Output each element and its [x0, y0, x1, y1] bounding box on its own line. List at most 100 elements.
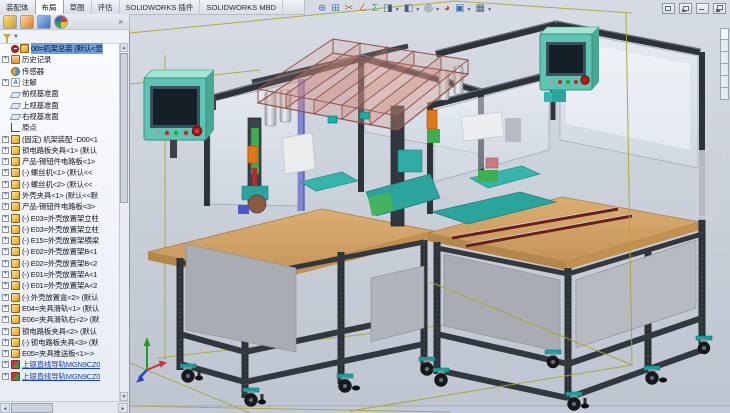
dropdown-caret-icon[interactable]: ▾ [396, 6, 399, 13]
scroll-up-icon[interactable]: ▲ [120, 43, 128, 52]
expander-plus-icon[interactable]: + [2, 260, 9, 267]
task-pane-tab-4[interactable] [720, 76, 729, 88]
tile-window-icon[interactable] [662, 3, 675, 14]
expander-plus-icon[interactable]: + [2, 248, 9, 255]
scroll-right-icon[interactable]: ► [118, 403, 128, 413]
tree-item[interactable]: +锁电路板夹具<2> (默认 [0, 325, 120, 336]
tree-item[interactable]: +(-) 螺丝机<2> (默认<< [0, 179, 120, 190]
vertical-scroll-thumb[interactable] [120, 53, 128, 203]
tree-item[interactable]: +(-) E03=外壳放置架立柱 [0, 212, 120, 223]
dropdown-caret-icon[interactable]: ▾ [468, 6, 471, 13]
filter-caret-icon[interactable]: ▼ [13, 34, 19, 40]
tree-item[interactable]: +E05=夹具推送板<1>-> [0, 348, 120, 359]
tree-item[interactable]: 00=机架总装 (默认<显 [0, 43, 120, 54]
zoom-fit-icon[interactable]: ⊕ [318, 4, 326, 14]
horizontal-scroll-thumb[interactable] [11, 403, 53, 413]
expander-plus-icon[interactable]: + [2, 56, 9, 63]
scroll-left-icon[interactable]: ◄ [0, 403, 10, 413]
expander-plus-icon[interactable]: + [2, 271, 9, 278]
tree-item[interactable]: +(-) E01=外壳放置架A<1 [0, 269, 120, 280]
appearances-icon[interactable]: ◕ [444, 4, 450, 14]
measure-icon[interactable]: ∠ [358, 4, 367, 14]
tree-item[interactable]: +注解 [0, 77, 120, 88]
expander-plus-icon[interactable]: + [2, 169, 9, 176]
tree-item[interactable]: +产品-锡钮件电路板<3> [0, 201, 120, 212]
tree-item[interactable]: 右视基准面 [0, 111, 120, 122]
tree-item[interactable]: +产品-锡钮件电路板<1> [0, 156, 120, 167]
panel-tabs-overflow[interactable]: » [119, 17, 123, 26]
task-pane-tab-0[interactable] [720, 28, 729, 40]
task-pane-tab-3[interactable] [720, 64, 729, 76]
tree-item[interactable]: +(-) 锁电路板夹具<3> (默 [0, 337, 120, 348]
dropdown-caret-icon[interactable]: ▾ [488, 6, 491, 13]
expander-plus-icon[interactable]: + [2, 158, 9, 165]
tree-item[interactable]: +(-) 外壳放置盒<2> (默认 [0, 292, 120, 303]
expander-plus-icon[interactable]: + [2, 305, 9, 312]
expander-plus-icon[interactable]: + [2, 181, 9, 188]
expander-plus-icon[interactable]: + [2, 203, 9, 210]
expander-plus-icon[interactable]: + [2, 316, 9, 323]
view-orientation-icon[interactable]: ◨ [383, 4, 392, 14]
tree-item[interactable]: +E04=夹具滑轨<1> (默认 [0, 303, 120, 314]
expander-plus-icon[interactable]: + [2, 361, 9, 368]
tree-item[interactable]: +(-) E03=外壳放置架立柱 [0, 224, 120, 235]
tree-item[interactable]: +(-) E01=外壳放置架A<2 [0, 280, 120, 291]
expander-plus-icon[interactable]: + [2, 282, 9, 289]
mass-properties-icon[interactable]: Σ [372, 4, 378, 14]
expander-plus-icon[interactable]: + [2, 136, 9, 143]
tree-item[interactable]: +(-) E02=外壳放置架B<2 [0, 258, 120, 269]
restore-icon[interactable] [713, 3, 726, 14]
tab-4[interactable]: SOLIDWORKS 插件 [120, 0, 201, 14]
expander-plus-icon[interactable]: + [2, 226, 9, 233]
display-style-icon[interactable]: ◧ [404, 4, 413, 14]
tree-item[interactable]: +上银直线导轨MGN9CZ0 [0, 371, 120, 382]
section-view-icon[interactable]: ✂ [345, 4, 353, 14]
tree-item[interactable]: +E06=夹具滑轨右<2> (默 [0, 314, 120, 325]
tab-0[interactable]: 装配体 [0, 0, 36, 14]
configurationmanager-tab[interactable] [37, 15, 51, 29]
view-settings-icon[interactable]: ▦ [476, 4, 485, 14]
propertymanager-tab[interactable] [20, 15, 34, 29]
featuremanager-tab[interactable] [3, 15, 17, 29]
tree-item[interactable]: +历史记录 [0, 54, 120, 65]
task-pane-tab-2[interactable] [720, 52, 729, 64]
tree-vertical-scrollbar[interactable]: ▲ ▼ [119, 43, 129, 401]
tree-item[interactable]: +上银直线导轨MGN9CZ0 [0, 359, 120, 370]
expander-plus-icon[interactable]: + [2, 350, 9, 357]
expander-plus-icon[interactable]: + [2, 237, 9, 244]
tree-item[interactable]: 传感器 [0, 66, 120, 77]
expander-plus-icon[interactable]: + [2, 294, 9, 301]
tab-3[interactable]: 评估 [92, 0, 120, 14]
tab-1[interactable]: 布局 [35, 0, 64, 14]
cascade-window-icon[interactable] [679, 3, 692, 14]
expander-plus-icon[interactable]: + [2, 192, 9, 199]
expander-plus-icon[interactable]: + [2, 339, 9, 346]
dropdown-caret-icon[interactable]: ▾ [436, 6, 439, 13]
task-pane-tab-1[interactable] [720, 40, 729, 52]
hide-show-items-icon[interactable]: ◎ [424, 4, 433, 14]
tree-item[interactable]: 上视基准面 [0, 99, 120, 110]
expander-plus-icon[interactable]: + [2, 79, 9, 86]
tree-horizontal-scrollbar[interactable]: ◄ ► [0, 401, 129, 413]
tab-2[interactable]: 草图 [64, 0, 92, 14]
zoom-area-icon[interactable]: ⊞ [331, 4, 339, 14]
expander-plus-icon[interactable]: + [2, 147, 9, 154]
scene-icon[interactable]: ▣ [455, 4, 464, 14]
tree-item[interactable]: +(-) E02=外壳放置架B<1 [0, 246, 120, 257]
expander-plus-icon[interactable]: + [2, 373, 9, 380]
tree-item[interactable]: 原点 [0, 122, 120, 133]
tree-item[interactable]: +锁电路板夹具<1> (默认 [0, 145, 120, 156]
task-pane-tab-5[interactable] [720, 88, 729, 100]
tree-item[interactable]: +(-) 螺丝机<1> (默认<< [0, 167, 120, 178]
tree-filter-bar[interactable]: ▼ [0, 30, 129, 44]
expander-plus-icon[interactable]: + [2, 328, 9, 335]
dropdown-caret-icon[interactable]: ▾ [416, 6, 419, 13]
scroll-down-icon[interactable]: ▼ [120, 392, 128, 401]
tree-item[interactable]: +外壳夹具<1> (默认<<默 [0, 190, 120, 201]
tree-item[interactable]: 前视基准面 [0, 88, 120, 99]
tree-item[interactable]: +(固定) 机架装配 -D00<1 [0, 133, 120, 144]
tab-5[interactable]: SOLIDWORKS MBD [200, 0, 283, 14]
expander-plus-icon[interactable]: + [2, 215, 9, 222]
displaymanager-tab[interactable] [54, 15, 68, 29]
tree-item[interactable]: +(-) E15=外壳放置架横梁 [0, 235, 120, 246]
